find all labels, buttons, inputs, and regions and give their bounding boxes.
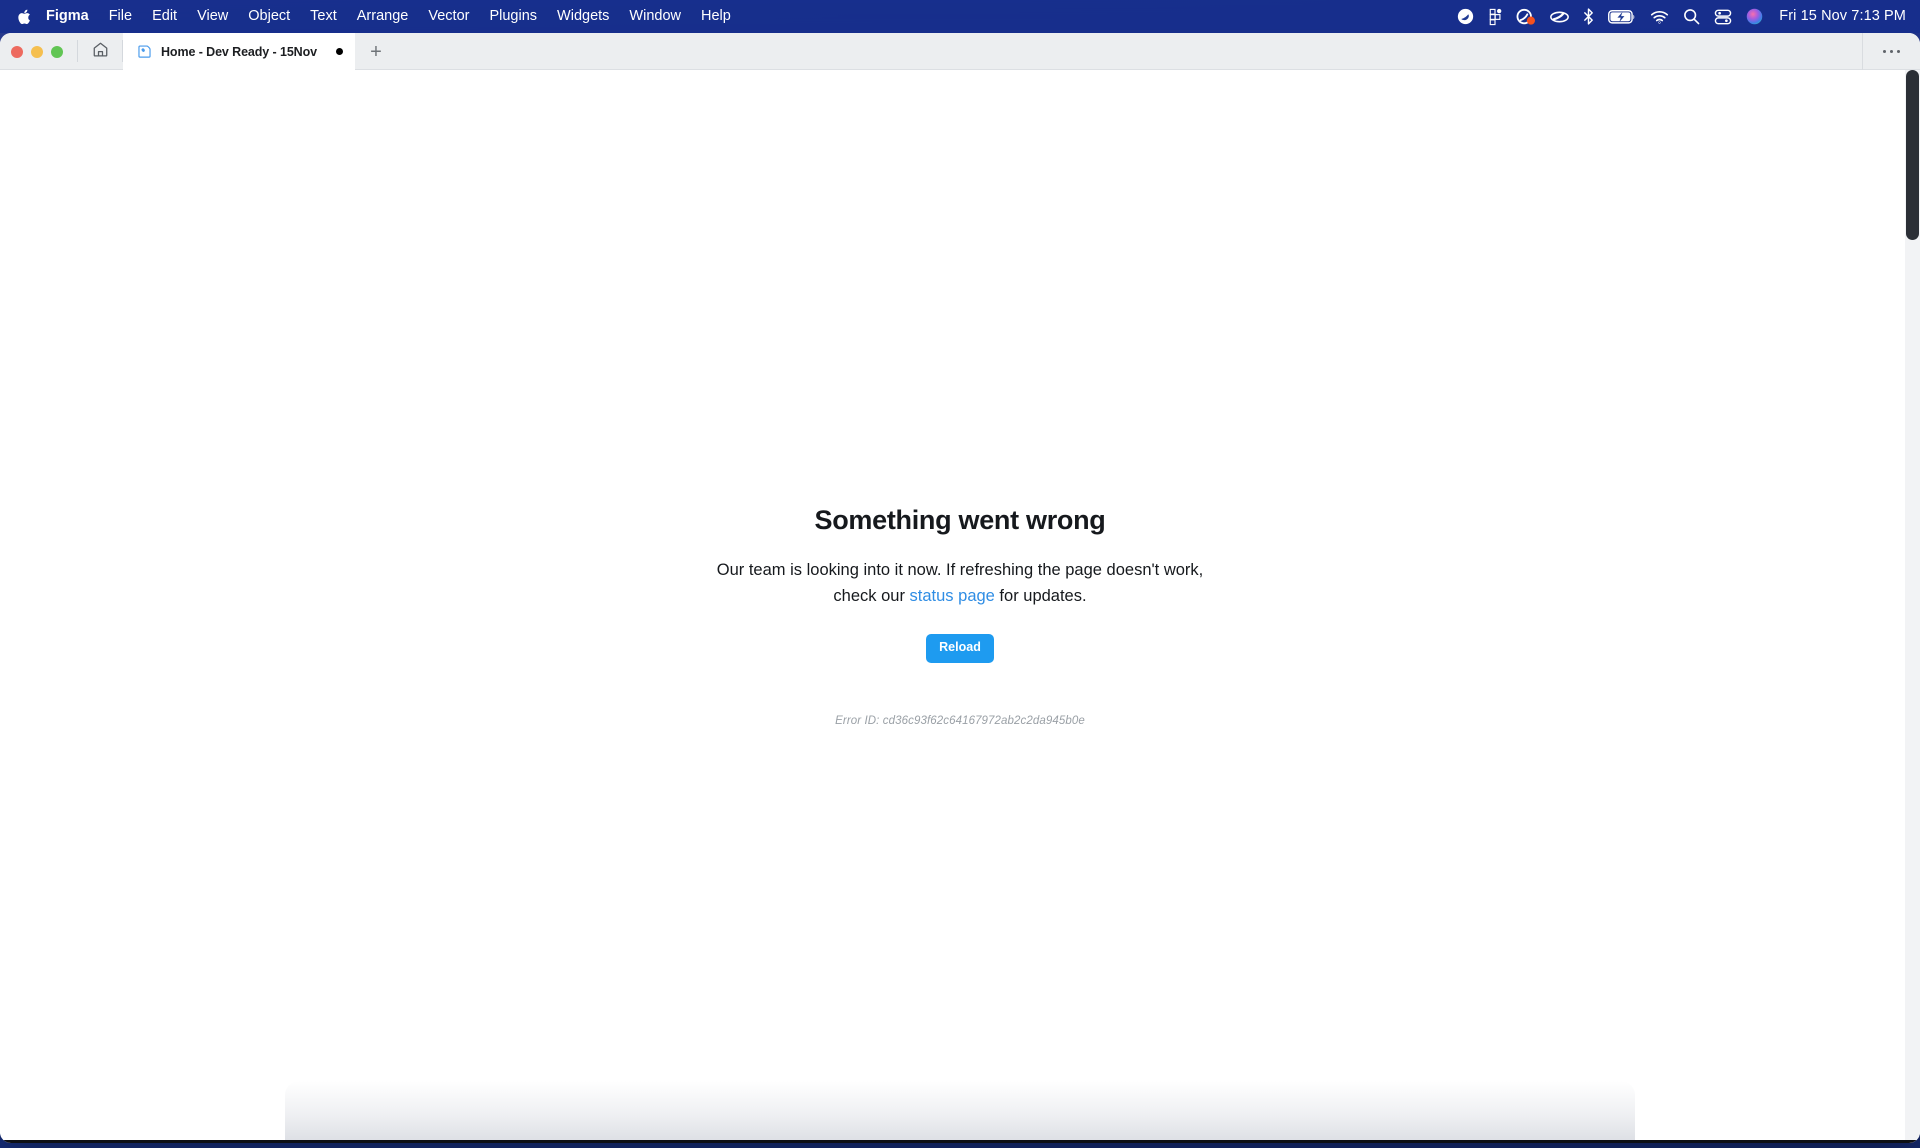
error-state-block: Something went wrong Our team is looking… — [0, 504, 1920, 727]
error-description: Our team is looking into it now. If refr… — [710, 558, 1210, 609]
menu-bar-status-items: Fri 15 Nov 7:13 PM — [1457, 0, 1920, 33]
menu-bar-clock[interactable]: Fri 15 Nov 7:13 PM — [1777, 0, 1906, 33]
menu-item-file[interactable]: File — [99, 0, 142, 33]
wifi-icon[interactable] — [1650, 0, 1669, 33]
menu-item-view[interactable]: View — [187, 0, 238, 33]
more-options-button[interactable] — [1862, 33, 1920, 70]
menu-item-figma[interactable]: Figma — [36, 0, 99, 33]
window-bottom-edge — [0, 1140, 1920, 1143]
figma-menu-icon[interactable] — [1488, 0, 1502, 33]
figma-app-window: Home - Dev Ready - 15Nov + Something wen… — [0, 33, 1920, 1143]
ellipsis-icon — [1882, 49, 1887, 54]
vertical-scrollbar-thumb[interactable] — [1906, 70, 1919, 240]
battery-charging-icon[interactable] — [1608, 0, 1636, 33]
apple-logo-icon[interactable] — [10, 0, 36, 33]
ellipsis-icon — [1889, 49, 1894, 54]
menu-item-help[interactable]: Help — [691, 0, 741, 33]
control-center-icon[interactable] — [1714, 0, 1732, 33]
page-content-area: Something went wrong Our team is looking… — [0, 70, 1920, 1143]
window-traffic-lights — [0, 33, 77, 70]
bluetooth-icon[interactable] — [1583, 0, 1594, 33]
grammarly-icon[interactable] — [1457, 0, 1474, 33]
menu-bar-app-menus: Figma File Edit View Object Text Arrange… — [0, 0, 741, 33]
menu-item-vector[interactable]: Vector — [418, 0, 479, 33]
ellipsis-icon — [1896, 49, 1901, 54]
menu-item-object[interactable]: Object — [238, 0, 300, 33]
close-window-button[interactable] — [11, 45, 23, 58]
home-icon — [92, 41, 109, 63]
window-tab-strip: Home - Dev Ready - 15Nov + — [0, 33, 1920, 70]
menu-item-plugins[interactable]: Plugins — [479, 0, 547, 33]
tab-home-dev-ready[interactable]: Home - Dev Ready - 15Nov — [123, 33, 355, 70]
status-page-link[interactable]: status page — [910, 587, 995, 605]
minimize-window-button[interactable] — [31, 45, 43, 58]
error-id-text: Error ID: cd36c93f62c64167972ab2c2da945b… — [835, 714, 1085, 727]
tab-list: Home - Dev Ready - 15Nov + — [123, 33, 397, 70]
error-description-part-2: for updates. — [994, 587, 1087, 606]
reload-button[interactable]: Reload — [926, 633, 994, 663]
vertical-scrollbar-track[interactable] — [1905, 70, 1920, 1143]
zoom-window-button[interactable] — [51, 45, 63, 58]
menu-item-text[interactable]: Text — [300, 0, 347, 33]
new-tab-button[interactable]: + — [355, 33, 397, 70]
cloud-sync-icon[interactable] — [1550, 0, 1570, 33]
menu-item-arrange[interactable]: Arrange — [347, 0, 419, 33]
spotlight-search-icon[interactable] — [1683, 0, 1700, 33]
siri-icon[interactable] — [1746, 0, 1763, 33]
tab-title: Home - Dev Ready - 15Nov — [161, 44, 317, 59]
figma-file-icon — [137, 44, 152, 59]
menu-item-edit[interactable]: Edit — [142, 0, 187, 33]
notification-badge-icon[interactable] — [1516, 0, 1536, 33]
menu-item-window[interactable]: Window — [619, 0, 691, 33]
menu-item-widgets[interactable]: Widgets — [547, 0, 619, 33]
home-button[interactable] — [78, 33, 122, 70]
macos-menu-bar: Figma File Edit View Object Text Arrange… — [0, 0, 1920, 33]
error-title: Something went wrong — [814, 505, 1106, 535]
tabstrip-spacer — [397, 33, 1862, 69]
tab-unsaved-indicator[interactable] — [336, 48, 343, 55]
